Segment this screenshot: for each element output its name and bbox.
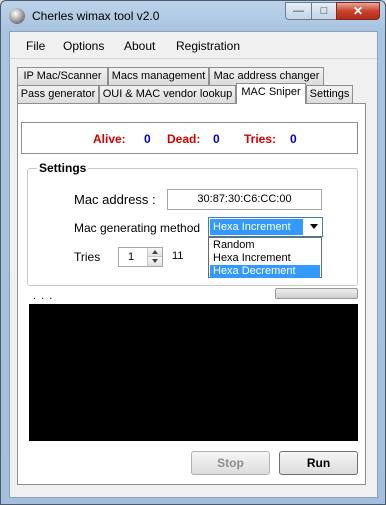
stats-box: Alive: 0 Dead: 0 Tries: 0 (21, 122, 358, 154)
tab-ip-mac-scanner[interactable]: IP Mac/Scanner (17, 67, 108, 85)
close-button[interactable]: ✕ (336, 2, 380, 20)
option-random[interactable]: Random (210, 239, 320, 252)
run-button[interactable]: Run (279, 451, 358, 475)
menu-registration[interactable]: Registration (176, 39, 240, 53)
menu-about[interactable]: About (124, 39, 155, 53)
tries-stat-value: 0 (290, 132, 297, 146)
tries-value: 1 (128, 251, 135, 263)
mac-address-input[interactable]: 30:87:30:C6:CC:00 (167, 189, 322, 210)
tab-settings[interactable]: Settings (306, 85, 353, 103)
stop-button[interactable]: Stop (191, 451, 270, 475)
arrow-down-icon (152, 259, 158, 263)
option-hexa-increment[interactable]: Hexa Increment (210, 252, 320, 265)
tab-oui-vendor-lookup[interactable]: OUI & MAC vendor lookup (99, 85, 236, 103)
tab-pass-generator[interactable]: Pass generator (17, 85, 99, 103)
progress-status: . . . (33, 290, 54, 302)
menu-file[interactable]: File (26, 39, 45, 53)
dead-label: Dead: (167, 132, 201, 146)
alive-label: Alive: (93, 132, 126, 146)
mac-address-label: Mac address : (74, 192, 156, 207)
menu-bar: File Options About Registration (10, 32, 377, 58)
stepper-down-button[interactable] (148, 257, 162, 266)
mac-method-label: Mac generating method (74, 221, 201, 235)
tab-macs-management[interactable]: Macs management (108, 67, 209, 85)
mac-method-dropdown: Random Hexa Increment Hexa Decrement (208, 237, 322, 278)
progress-bar (275, 288, 358, 299)
alive-value: 0 (144, 132, 151, 146)
menu-separator (10, 58, 377, 59)
tries-stat-label: Tries: (244, 132, 277, 146)
app-window: Cherles wimax tool v2.0 — □ ✕ File Optio… (0, 0, 386, 505)
tries-extra-value: 11 (172, 250, 184, 262)
title-bar[interactable]: Cherles wimax tool v2.0 — □ ✕ (1, 1, 385, 31)
app-icon (9, 8, 25, 24)
dead-value: 0 (213, 132, 220, 146)
tries-stepper[interactable]: 1 (118, 247, 163, 267)
menu-options[interactable]: Options (63, 39, 104, 53)
option-hexa-decrement[interactable]: Hexa Decrement (210, 265, 320, 278)
minimize-button[interactable]: — (285, 2, 312, 20)
arrow-up-icon (152, 250, 158, 254)
settings-group-title: Settings (37, 161, 89, 175)
maximize-button[interactable]: □ (311, 2, 337, 20)
tries-label: Tries (74, 250, 101, 264)
mac-method-selected: Hexa Increment (210, 219, 303, 235)
output-console[interactable] (29, 304, 358, 441)
stepper-buttons (147, 248, 162, 266)
chevron-down-icon[interactable] (310, 224, 318, 229)
mac-method-select[interactable]: Hexa Increment (208, 217, 323, 237)
window-title: Cherles wimax tool v2.0 (32, 9, 160, 23)
tab-mac-sniper[interactable]: MAC Sniper (236, 83, 306, 104)
stepper-up-button[interactable] (148, 248, 162, 257)
